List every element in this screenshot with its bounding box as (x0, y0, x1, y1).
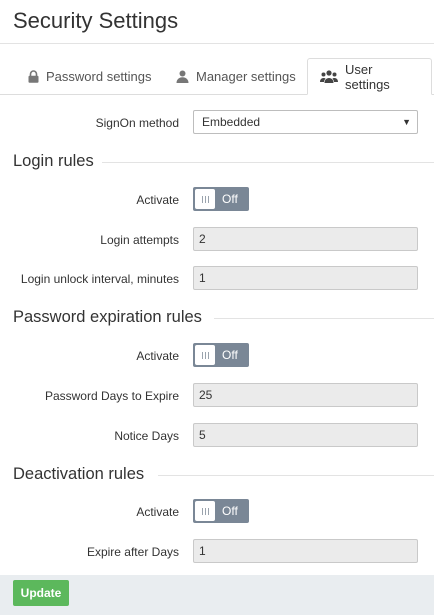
lock-icon (28, 70, 39, 83)
password-rules-divider (214, 318, 434, 319)
toggle-handle (195, 501, 215, 521)
password-activate-row: Activate Off (0, 343, 434, 369)
notice-days-label: Notice Days (114, 429, 179, 443)
notice-days-row: Notice Days 5 (0, 423, 434, 449)
password-days-field[interactable]: 25 (193, 383, 418, 407)
login-unlock-row: Login unlock interval, minutes 1 (0, 266, 434, 292)
login-rules-divider (100, 162, 434, 163)
tab-user-settings[interactable]: User settings (307, 58, 432, 95)
deactivation-activate-toggle[interactable]: Off (193, 499, 249, 523)
password-days-row: Password Days to Expire 25 (0, 383, 434, 409)
password-activate-label: Activate (136, 349, 179, 363)
deactivation-activate-label: Activate (136, 505, 179, 519)
login-activate-row: Activate Off (0, 187, 434, 213)
login-unlock-label: Login unlock interval, minutes (20, 272, 179, 286)
password-activate-toggle[interactable]: Off (193, 343, 249, 367)
signon-method-row: SignOn method Embedded ▼ (0, 110, 434, 136)
users-icon (320, 70, 338, 83)
deactivation-rules-heading: Deactivation rules (13, 465, 153, 484)
tab-label: Manager settings (196, 69, 296, 84)
expire-days-row: Expire after Days 1 (0, 539, 434, 565)
toggle-state: Off (222, 192, 238, 206)
expire-days-field[interactable]: 1 (193, 539, 418, 563)
toggle-state: Off (222, 348, 238, 362)
login-attempts-row: Login attempts 2 (0, 227, 434, 253)
tab-password-settings[interactable]: Password settings (16, 59, 164, 94)
tab-label: User settings (345, 61, 390, 92)
toggle-handle (195, 345, 215, 365)
update-button[interactable]: Update (13, 580, 69, 606)
title-divider (0, 43, 434, 44)
login-attempts-field[interactable]: 2 (193, 227, 418, 251)
page-title: Security Settings (13, 8, 179, 33)
notice-days-field[interactable]: 5 (193, 423, 418, 447)
tab-manager-settings[interactable]: Manager settings (164, 59, 308, 94)
login-unlock-field[interactable]: 1 (193, 266, 418, 290)
tab-label: Password settings (46, 69, 152, 84)
password-rules-heading: Password expiration rules (13, 308, 210, 327)
signon-method-select[interactable]: Embedded ▼ (193, 110, 418, 134)
login-rules-heading: Login rules (13, 152, 102, 171)
caret-down-icon: ▼ (402, 117, 411, 127)
expire-days-label: Expire after Days (86, 545, 179, 559)
toggle-handle (195, 189, 215, 209)
login-activate-label: Activate (136, 193, 179, 207)
signon-method-value: Embedded (202, 115, 261, 129)
signon-method-label: SignOn method (95, 116, 179, 130)
deactivation-rules-divider (158, 475, 434, 476)
login-activate-toggle[interactable]: Off (193, 187, 249, 211)
toggle-state: Off (222, 504, 238, 518)
login-attempts-label: Login attempts (100, 233, 179, 247)
user-icon (176, 70, 189, 83)
password-days-label: Password Days to Expire (44, 389, 179, 403)
deactivation-activate-row: Activate Off (0, 499, 434, 525)
